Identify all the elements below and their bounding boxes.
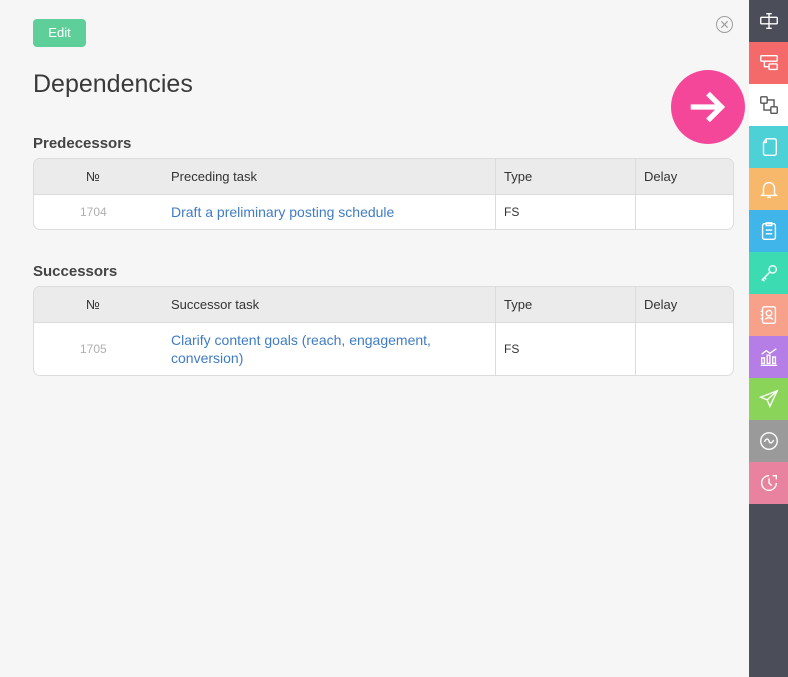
delay-cell[interactable] xyxy=(635,195,733,229)
successors-title: Successors xyxy=(33,263,118,280)
header-no: № xyxy=(86,169,100,184)
subtask-icon xyxy=(759,54,778,71)
sync-icon xyxy=(759,432,778,450)
header-delay: Delay xyxy=(635,287,733,322)
contact-icon xyxy=(760,306,776,324)
highlight-arrow xyxy=(671,70,745,144)
sidebar-item-history[interactable] xyxy=(749,462,788,504)
header-delay: Delay xyxy=(635,159,733,194)
table-header: № Successor task Type Delay xyxy=(34,287,733,323)
sidebar-item-access[interactable] xyxy=(749,252,788,294)
bell-icon xyxy=(759,181,778,198)
checklist-icon xyxy=(761,222,776,240)
header-type: Type xyxy=(495,287,635,322)
task-link[interactable]: Draft a preliminary posting schedule xyxy=(171,203,394,221)
table-header: № Preceding task Type Delay xyxy=(34,159,733,195)
main-panel: Edit Dependencies Predecessors № Precedi… xyxy=(0,0,749,677)
document-icon xyxy=(762,138,777,156)
sidebar-item-reminders[interactable] xyxy=(749,168,788,210)
header-task: Preceding task xyxy=(171,169,257,184)
chart-icon xyxy=(760,348,777,366)
arrow-right-icon xyxy=(690,91,726,123)
header-task: Successor task xyxy=(171,297,260,312)
sidebar xyxy=(749,0,788,677)
sidebar-item-checklist[interactable] xyxy=(749,210,788,252)
sidebar-item-send[interactable] xyxy=(749,378,788,420)
close-icon xyxy=(720,20,729,29)
dependencies-icon xyxy=(759,96,778,114)
row-number: 1704 xyxy=(80,205,107,219)
close-button[interactable] xyxy=(716,16,733,33)
header-type: Type xyxy=(495,159,635,194)
sidebar-item-dependencies[interactable] xyxy=(749,84,788,126)
sidebar-item-reports[interactable] xyxy=(749,336,788,378)
type-value[interactable]: FS xyxy=(504,342,519,356)
successors-table: № Successor task Type Delay 1705 Clarify… xyxy=(33,286,734,376)
row-number: 1705 xyxy=(80,342,107,356)
edit-button[interactable]: Edit xyxy=(33,19,86,47)
header-no: № xyxy=(86,297,100,312)
sidebar-item-subtasks[interactable] xyxy=(749,42,788,84)
type-value[interactable]: FS xyxy=(504,205,519,219)
sidebar-item-sync[interactable] xyxy=(749,420,788,462)
table-row: 1704 Draft a preliminary posting schedul… xyxy=(34,195,733,229)
key-icon xyxy=(760,264,777,282)
delay-cell[interactable] xyxy=(635,323,733,375)
table-row: 1705 Clarify content goals (reach, engag… xyxy=(34,323,733,375)
task-link[interactable]: Clarify content goals (reach, engagement… xyxy=(171,331,475,367)
sidebar-item-text[interactable] xyxy=(749,0,788,42)
clock-icon xyxy=(760,474,777,491)
sidebar-item-documents[interactable] xyxy=(749,126,788,168)
predecessors-title: Predecessors xyxy=(33,135,132,152)
send-icon xyxy=(758,389,779,409)
predecessors-table: № Preceding task Type Delay 1704 Draft a… xyxy=(33,158,734,230)
text-cursor-icon xyxy=(759,12,778,30)
page-title: Dependencies xyxy=(33,70,193,98)
sidebar-item-contacts[interactable] xyxy=(749,294,788,336)
